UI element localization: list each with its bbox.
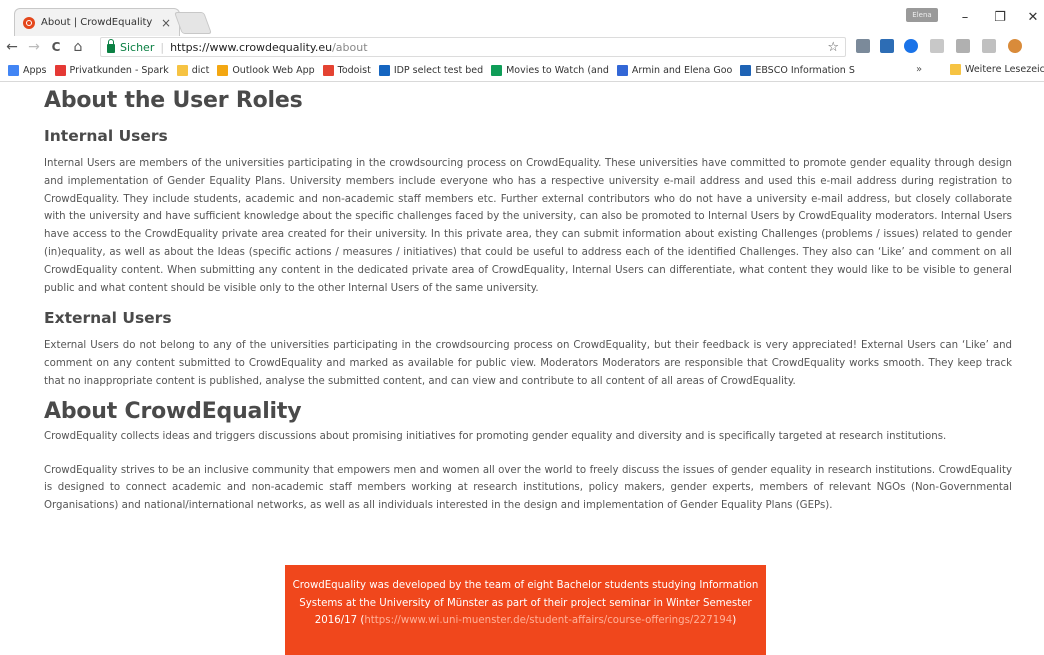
tab-close-icon[interactable]: ×	[161, 16, 171, 30]
bookmark-item[interactable]: Outlook Web App	[217, 65, 315, 76]
extension-icon[interactable]	[856, 39, 870, 53]
back-icon[interactable]: ←	[2, 37, 22, 57]
bookmarks-bar: Apps Privatkunden - Spark dict Outlook W…	[0, 60, 1044, 82]
bookmark-item[interactable]: dict	[176, 65, 210, 76]
bookmark-label: Outlook Web App	[232, 65, 315, 76]
credits-banner: CrowdEquality was developed by the team …	[285, 565, 766, 655]
section-text: External Users do not belong to any of t…	[44, 340, 1012, 387]
bookmark-favicon-icon	[616, 65, 628, 76]
bookmark-favicon-icon	[740, 65, 752, 76]
bookmark-star-icon[interactable]: ☆	[827, 40, 839, 55]
external-users-section: External Users External Users do not bel…	[44, 309, 1012, 390]
bookmark-label: Apps	[23, 65, 47, 76]
bookmark-label: IDP select test bed	[393, 65, 484, 76]
bookmark-favicon-icon	[217, 65, 229, 76]
bookmark-label: Todoist	[337, 65, 371, 76]
extension-icon[interactable]	[982, 39, 996, 53]
bookmark-label: dict	[191, 65, 210, 76]
bookmark-favicon-icon	[491, 65, 503, 76]
reload-icon[interactable]: C	[46, 37, 66, 57]
about-title: About CrowdEquality	[44, 398, 302, 424]
extension-icon[interactable]	[904, 39, 918, 53]
credits-text-end: )	[732, 615, 737, 627]
page-content: About the User Roles Internal Users Inte…	[44, 88, 1012, 515]
tab-strip: About | CrowdEquality × Elena – ❐ ✕	[0, 0, 1044, 36]
page-title: About the User Roles	[44, 88, 303, 113]
home-icon[interactable]: ⌂	[68, 37, 88, 57]
bookmark-item[interactable]: Privatkunden - Spark	[54, 65, 169, 76]
tab-title: About | CrowdEquality	[41, 17, 153, 28]
bookmark-item[interactable]: Movies to Watch (and	[491, 65, 609, 76]
section-text: Internal Users are members of the univer…	[44, 158, 1012, 294]
bookmark-item[interactable]: IDP select test bed	[378, 65, 484, 76]
bookmark-favicon-icon	[378, 65, 390, 76]
lock-icon	[107, 38, 115, 53]
crowdequality-favicon-icon	[23, 16, 35, 29]
minimize-icon[interactable]: –	[950, 6, 980, 28]
internal-users-section: Internal Users Internal Users are member…	[44, 127, 1012, 297]
browser-toolbar: ← → C ⌂ Sicher | https://www.crowdequali…	[0, 36, 1044, 58]
forward-icon[interactable]: →	[24, 37, 44, 57]
about-paragraph: CrowdEquality strives to be an inclusive…	[44, 464, 1012, 512]
address-bar[interactable]: Sicher | https://www.crowdequality.eu/ab…	[100, 37, 846, 57]
extension-icon[interactable]	[1008, 39, 1022, 53]
folder-icon	[176, 65, 188, 76]
extension-icon[interactable]	[930, 39, 944, 53]
bookmark-favicon-icon	[54, 65, 66, 76]
secure-label: Sicher	[120, 40, 155, 54]
about-paragraph: CrowdEquality collects ideas and trigger…	[44, 430, 947, 442]
omnibox-separator: |	[160, 40, 165, 54]
bookmark-label: EBSCO Information S	[755, 65, 855, 76]
apps-grid-icon	[8, 65, 19, 76]
bookmark-label: Privatkunden - Spark	[69, 65, 169, 76]
bookmark-item[interactable]: EBSCO Information S	[740, 65, 855, 76]
profile-button[interactable]: Elena	[906, 8, 938, 22]
folder-icon	[950, 64, 961, 75]
extension-icon[interactable]	[956, 39, 970, 53]
close-window-icon[interactable]: ✕	[1018, 6, 1044, 28]
section-heading: External Users	[44, 309, 172, 328]
bookmark-item[interactable]: Apps	[8, 65, 47, 76]
url-path: /about	[332, 40, 368, 54]
bookmark-favicon-icon	[322, 65, 334, 76]
about-crowdequality-section: About CrowdEquality CrowdEquality collec…	[44, 399, 1012, 515]
more-bookmarks-icon[interactable]: »	[916, 64, 922, 75]
maximize-icon[interactable]: ❐	[985, 6, 1015, 28]
bookmark-label: Weitere Lesezeichen	[965, 64, 1044, 75]
bookmark-label: Armin and Elena Goo	[631, 65, 733, 76]
bookmark-label: Movies to Watch (and	[506, 65, 609, 76]
section-heading: Internal Users	[44, 127, 168, 145]
other-bookmarks-folder[interactable]: Weitere Lesezeichen	[950, 64, 1044, 75]
browser-tab[interactable]: About | CrowdEquality ×	[14, 8, 180, 36]
url-host: https://www.crowdequality.eu	[170, 40, 333, 54]
extension-icon[interactable]	[880, 39, 894, 53]
bookmark-item[interactable]: Todoist	[322, 65, 371, 76]
course-link[interactable]: https://www.wi.uni-muenster.de/student-a…	[364, 615, 732, 626]
bookmark-item[interactable]: Armin and Elena Goo	[616, 65, 733, 76]
